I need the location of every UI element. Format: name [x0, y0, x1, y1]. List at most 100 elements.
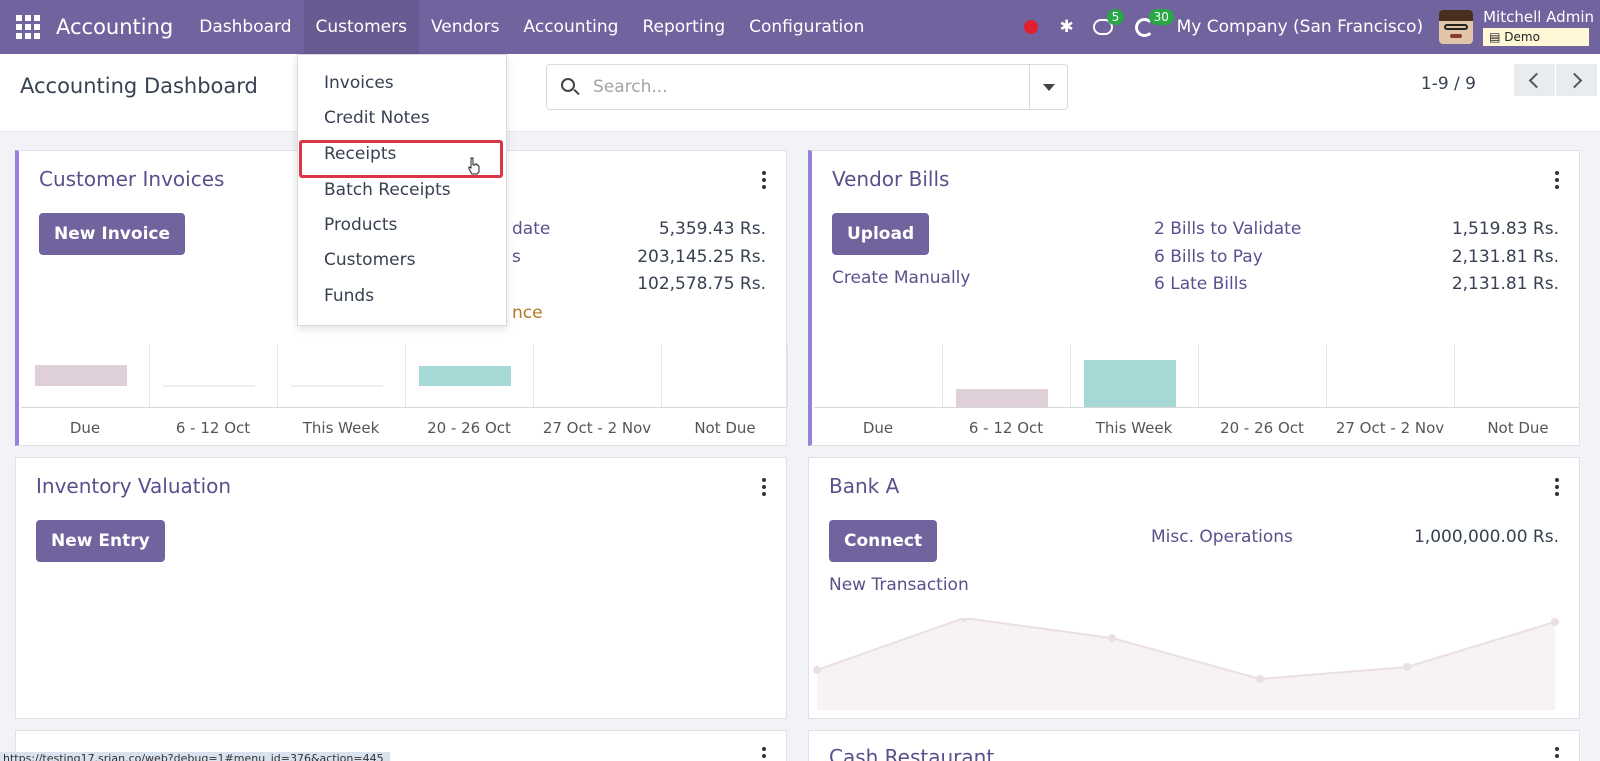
graph-bar-20-26-oct[interactable] [419, 366, 511, 386]
kebab-menu-icon[interactable] [1555, 171, 1559, 189]
stat-value: 203,145.25 Rs. [637, 247, 766, 267]
hand-cursor-icon [468, 157, 480, 175]
new-transaction-link[interactable]: New Transaction [829, 575, 969, 595]
upload-button[interactable]: Upload [832, 213, 930, 255]
menu-item-products[interactable]: Products [324, 215, 397, 235]
menu-item-customers[interactable]: Customers [324, 250, 415, 270]
stat-value: 1,000,000.00 Rs. [1413, 527, 1559, 547]
graph-label: 20 - 26 Oct [1220, 419, 1304, 437]
kebab-menu-icon[interactable] [762, 171, 766, 189]
graph-label: 6 - 12 Oct [175, 419, 251, 437]
stat-label[interactable]: 6 Bills to Pay [1154, 247, 1263, 267]
chevron-left-icon [1528, 72, 1545, 88]
bank-a-card: Bank A Connect New Transaction Misc. Ope… [808, 457, 1580, 719]
graph-point [813, 666, 821, 674]
aged-receivable-graph[interactable]: Due 6 - 12 Oct This Week 20 - 26 Oct 27 … [21, 345, 788, 445]
user-menu[interactable]: Mitchell Admin ▤ Demo [1483, 7, 1594, 46]
search-icon[interactable] [547, 65, 593, 109]
menu-item-invoices[interactable]: Invoices [324, 73, 394, 93]
graph-bar-6-12-oct[interactable] [956, 389, 1048, 407]
bug-icon[interactable]: ✱ [1049, 0, 1085, 54]
stat-value: 2,131.81 Rs. [1451, 274, 1559, 294]
kebab-menu-icon[interactable] [762, 747, 766, 761]
control-panel: Accounting Dashboard 1-9 / 9 [0, 54, 1600, 132]
graph-label: Due [862, 419, 894, 437]
recording-icon[interactable] [1013, 0, 1049, 54]
chat-icon[interactable]: 5 [1085, 0, 1125, 54]
stat-value: 5,359.43 Rs. [658, 219, 766, 239]
user-avatar[interactable] [1439, 10, 1474, 44]
graph-point [1108, 634, 1116, 642]
stat-value: 2,131.81 Rs. [1451, 247, 1559, 267]
graph-point [1256, 675, 1264, 683]
card-title[interactable]: Vendor Bills [832, 167, 949, 191]
kebab-menu-icon[interactable] [1555, 747, 1559, 761]
activity-clock-icon[interactable]: 30 [1127, 0, 1174, 54]
graph-point [1403, 663, 1411, 671]
stat-label[interactable]: Misc. Operations [1151, 527, 1293, 547]
top-navbar: Accounting Dashboard Customers Vendors A… [0, 0, 1600, 54]
graph-label: This Week [302, 419, 380, 437]
graph-label: 20 - 26 Oct [427, 419, 511, 437]
apps-menu-icon[interactable] [0, 0, 56, 54]
company-switcher[interactable]: My Company (San Francisco) [1177, 17, 1423, 37]
pager-next-button[interactable] [1556, 64, 1598, 96]
graph-bar-6-12-oct[interactable] [163, 385, 255, 387]
graph-bar-due[interactable] [35, 365, 127, 386]
graph-label: 27 Oct - 2 Nov [1335, 419, 1445, 437]
graph-label: 27 Oct - 2 Nov [542, 419, 652, 437]
menu-vendors[interactable]: Vendors [419, 0, 512, 54]
cash-restaurant-card: Cash Restaurant [808, 730, 1580, 761]
bank-balance-line-graph[interactable] [809, 618, 1579, 718]
pager-value[interactable]: 1-9 / 9 [1421, 74, 1476, 94]
user-name: Mitchell Admin [1483, 7, 1594, 26]
stat-label-unpaid[interactable]: s [512, 247, 521, 267]
graph-label: 6 - 12 Oct [968, 419, 1044, 437]
customers-dropdown-menu: Invoices Credit Notes Receipts Batch Rec… [297, 54, 507, 326]
stat-label-validate[interactable]: date [512, 219, 550, 239]
search-options-toggle[interactable] [1029, 65, 1067, 109]
menu-reporting[interactable]: Reporting [630, 0, 737, 54]
graph-label: Not Due [694, 419, 756, 437]
graph-bar-this-week[interactable] [1084, 360, 1176, 407]
card-title[interactable]: Inventory Valuation [36, 474, 231, 498]
menu-item-receipts[interactable]: Receipts [324, 144, 396, 164]
chat-badge: 5 [1106, 9, 1125, 25]
menu-accounting[interactable]: Accounting [512, 0, 631, 54]
app-name[interactable]: Accounting [56, 15, 173, 39]
activity-badge: 30 [1148, 9, 1174, 25]
graph-label: Due [69, 419, 101, 437]
connect-button[interactable]: Connect [829, 520, 938, 562]
aged-payable-graph[interactable]: Due 6 - 12 Oct This Week 20 - 26 Oct 27 … [814, 345, 1579, 445]
graph-point [1551, 618, 1559, 626]
page-title: Accounting Dashboard [20, 74, 258, 98]
search-input[interactable] [593, 65, 1029, 109]
stat-label-balance[interactable]: nce [512, 303, 543, 323]
create-manually-link[interactable]: Create Manually [832, 268, 970, 288]
vendor-bills-card: Vendor Bills Upload Create Manually 2 Bi… [808, 150, 1580, 446]
menu-configuration[interactable]: Configuration [737, 0, 876, 54]
new-invoice-button[interactable]: New Invoice [39, 213, 186, 255]
caret-down-icon [1042, 83, 1055, 91]
card-title[interactable]: Cash Restaurant [829, 745, 994, 761]
menu-dashboard[interactable]: Dashboard [187, 0, 303, 54]
stat-value: 1,519.83 Rs. [1451, 219, 1559, 239]
menu-item-credit-notes[interactable]: Credit Notes [324, 108, 430, 128]
status-bar-url: https://testing17.srian.co/web?debug=1#m… [0, 752, 390, 761]
stat-label[interactable]: 2 Bills to Validate [1154, 219, 1301, 239]
inventory-valuation-card: Inventory Valuation New Entry [15, 457, 787, 719]
graph-label: Not Due [1487, 419, 1549, 437]
kebab-menu-icon[interactable] [762, 478, 766, 496]
database-tag-label: Demo [1504, 29, 1540, 44]
card-title[interactable]: Customer Invoices [39, 167, 224, 191]
pager-previous-button[interactable] [1514, 64, 1556, 96]
card-title[interactable]: Bank A [829, 474, 899, 498]
menu-customers[interactable]: Customers [303, 0, 419, 54]
kebab-menu-icon[interactable] [1555, 478, 1559, 496]
new-entry-button[interactable]: New Entry [36, 520, 165, 562]
stat-value: 102,578.75 Rs. [637, 274, 766, 294]
stat-label[interactable]: 6 Late Bills [1154, 274, 1247, 294]
menu-item-funds[interactable]: Funds [324, 286, 374, 306]
graph-bar-this-week[interactable] [291, 385, 383, 387]
menu-item-batch-receipts[interactable]: Batch Receipts [324, 180, 451, 200]
